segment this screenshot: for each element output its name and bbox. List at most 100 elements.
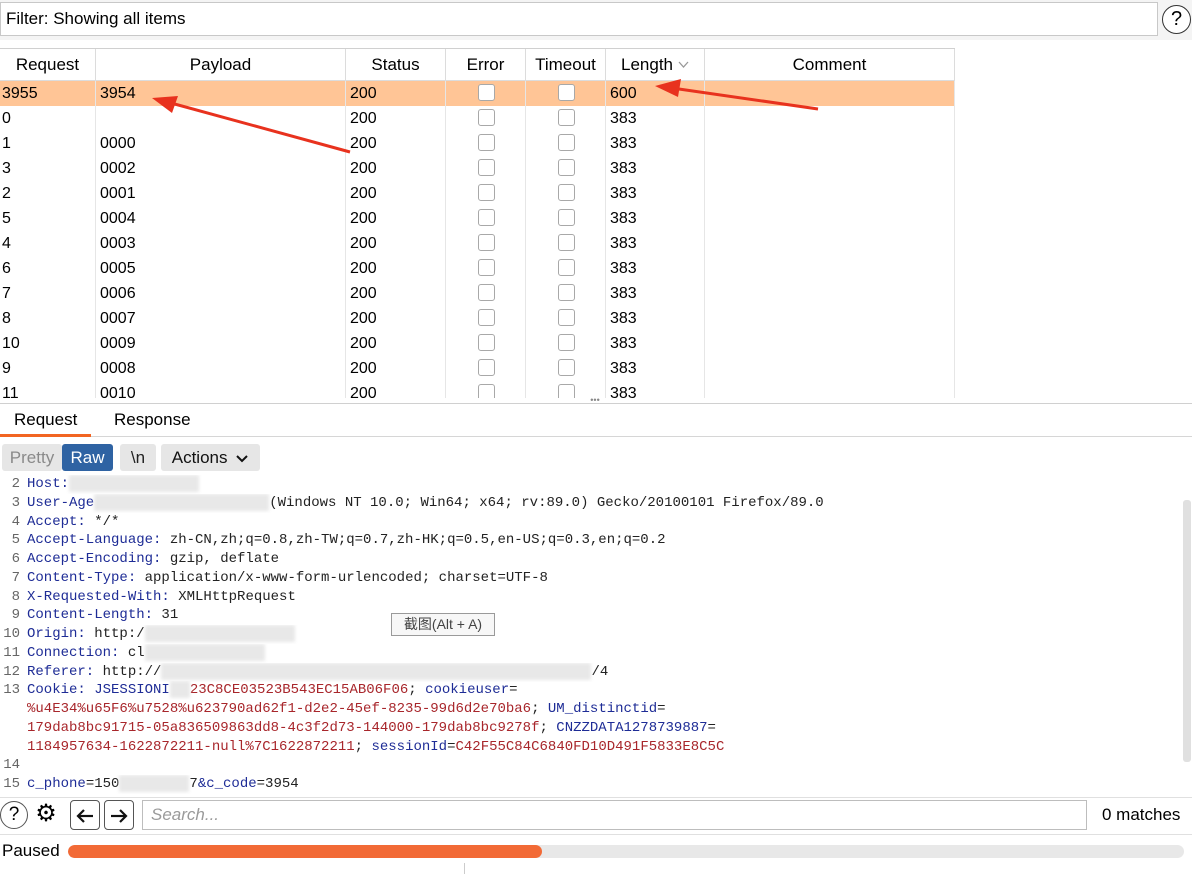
pretty-button[interactable]: Pretty	[2, 444, 62, 471]
filter-input[interactable]: Filter: Showing all items	[0, 2, 1158, 36]
code-token: Origin:	[27, 626, 86, 642]
search-input[interactable]	[142, 800, 1087, 830]
timeout-checkbox[interactable]	[558, 309, 575, 326]
code-line: Host:	[27, 475, 1177, 494]
line-number: 2	[11, 476, 20, 492]
table-row[interactable]: 11 0010 200 383	[0, 381, 955, 398]
code-token: 23C8CE03523B543EC15AB06F06	[189, 682, 409, 699]
code-token: =	[509, 682, 518, 699]
column-divider	[445, 81, 446, 398]
column-header-comment[interactable]: Comment	[705, 49, 955, 81]
code-token: Referer:	[27, 663, 95, 680]
editor-scrollbar[interactable]	[1183, 500, 1191, 762]
timeout-checkbox[interactable]	[558, 109, 575, 126]
code-token: Accept:	[27, 513, 86, 530]
table-row[interactable]: 10 0009 200 383	[0, 331, 955, 356]
line-number	[0, 719, 20, 738]
code-token: zh-CN,zh;q=0.8,zh-TW;q=0.7,zh-HK;q=0.5,e…	[161, 532, 666, 549]
payload-cell: 0009	[100, 335, 136, 352]
raw-button[interactable]: Raw	[62, 444, 113, 471]
table-row[interactable]: 9 0008 200 383	[0, 356, 955, 381]
detail-tabs: Request Response	[0, 403, 1192, 437]
column-header-request[interactable]: Request	[0, 49, 96, 81]
tab-request[interactable]: Request	[0, 404, 92, 437]
error-checkbox[interactable]	[478, 209, 495, 226]
error-checkbox[interactable]	[478, 359, 495, 376]
line-number: 14	[3, 757, 20, 774]
status-cell: 200	[350, 310, 377, 327]
table-row[interactable]: 8 0007 200 383	[0, 306, 955, 331]
actions-label: Actions	[171, 448, 228, 467]
error-checkbox[interactable]	[478, 284, 495, 301]
code-token: %u4E34%u65F6%u7528%u623790ad62f1-d2e2-45…	[27, 701, 532, 717]
error-checkbox[interactable]	[478, 134, 495, 151]
table-row[interactable]: 7 0006 200 383	[0, 281, 955, 306]
line-number	[0, 738, 20, 757]
timeout-checkbox[interactable]	[558, 134, 575, 151]
column-header-label: Status	[371, 55, 420, 74]
table-row[interactable]: 1 0000 200 383	[0, 131, 955, 156]
column-header-label: Error	[466, 55, 505, 74]
status-cell: 200	[350, 260, 377, 277]
table-row[interactable]: 0 200 383	[0, 106, 955, 131]
tab-response[interactable]: Response	[100, 404, 205, 437]
length-cell: 383	[610, 285, 637, 302]
column-header-error[interactable]: Error	[446, 49, 526, 81]
length-cell: 383	[610, 260, 637, 277]
timeout-checkbox[interactable]	[558, 234, 575, 251]
code-token: ;	[539, 719, 557, 736]
column-header-length[interactable]: Length	[606, 49, 705, 81]
actions-button[interactable]: Actions	[161, 444, 260, 471]
status-cell: 200	[350, 360, 377, 377]
length-cell: 383	[610, 385, 637, 398]
status-cell: 200	[350, 110, 377, 127]
help-icon[interactable]: ?	[0, 801, 28, 829]
status-cell: 200	[350, 285, 377, 302]
code-line: Accept: */*	[27, 513, 1177, 532]
request-cell: 9	[2, 360, 11, 377]
table-row[interactable]: 4 0003 200 383	[0, 231, 955, 256]
error-checkbox[interactable]	[478, 309, 495, 326]
error-checkbox[interactable]	[478, 159, 495, 176]
previous-match-button[interactable]	[70, 800, 100, 830]
error-checkbox[interactable]	[478, 259, 495, 276]
code-line: 1184957634-1622872211-null%7C1622872211;…	[27, 738, 1177, 757]
error-checkbox[interactable]	[478, 334, 495, 351]
request-cell: 6	[2, 260, 11, 277]
column-header-status[interactable]: Status	[346, 49, 446, 81]
error-checkbox[interactable]	[478, 84, 495, 101]
next-match-button[interactable]	[104, 800, 134, 830]
timeout-checkbox[interactable]	[558, 159, 575, 176]
table-row[interactable]: 3 0002 200 383	[0, 156, 955, 181]
timeout-checkbox[interactable]	[558, 184, 575, 201]
table-row[interactable]: 3955 3954 200 600	[0, 81, 955, 106]
table-row[interactable]: 5 0004 200 383	[0, 206, 955, 231]
redacted-mask	[69, 475, 200, 492]
error-checkbox[interactable]	[478, 109, 495, 126]
help-icon[interactable]: ?	[1162, 5, 1191, 34]
error-checkbox[interactable]	[478, 184, 495, 201]
gear-icon[interactable]: ⚙	[31, 800, 61, 830]
code-token: 1184957634-1622872211-null%7C1622872211	[27, 738, 355, 755]
code-token: Host:	[27, 476, 70, 492]
column-header-payload[interactable]: Payload	[96, 49, 346, 81]
progress-fill	[68, 845, 543, 858]
timeout-checkbox[interactable]	[558, 284, 575, 301]
timeout-checkbox[interactable]	[558, 384, 575, 398]
table-row[interactable]: 6 0005 200 383	[0, 256, 955, 281]
column-header-timeout[interactable]: Timeout	[526, 49, 606, 81]
error-checkbox[interactable]	[478, 234, 495, 251]
newline-toggle-button[interactable]: \n	[120, 444, 156, 471]
column-divider	[345, 81, 346, 398]
timeout-checkbox[interactable]	[558, 334, 575, 351]
timeout-checkbox[interactable]	[558, 259, 575, 276]
error-checkbox[interactable]	[478, 384, 495, 398]
timeout-checkbox[interactable]	[558, 84, 575, 101]
table-row[interactable]: 2 0001 200 383	[0, 181, 955, 206]
code-line: c_phone=150 7&c_code=3954	[27, 775, 1177, 794]
request-cell: 8	[2, 310, 11, 327]
timeout-checkbox[interactable]	[558, 359, 575, 376]
request-editor[interactable]: 2 3 4 5 6 7 8 9 10 11 12 13 14 15 Host: User-Age (Windo…	[0, 474, 1192, 796]
timeout-checkbox[interactable]	[558, 209, 575, 226]
match-count: 0 matches	[1102, 805, 1181, 824]
